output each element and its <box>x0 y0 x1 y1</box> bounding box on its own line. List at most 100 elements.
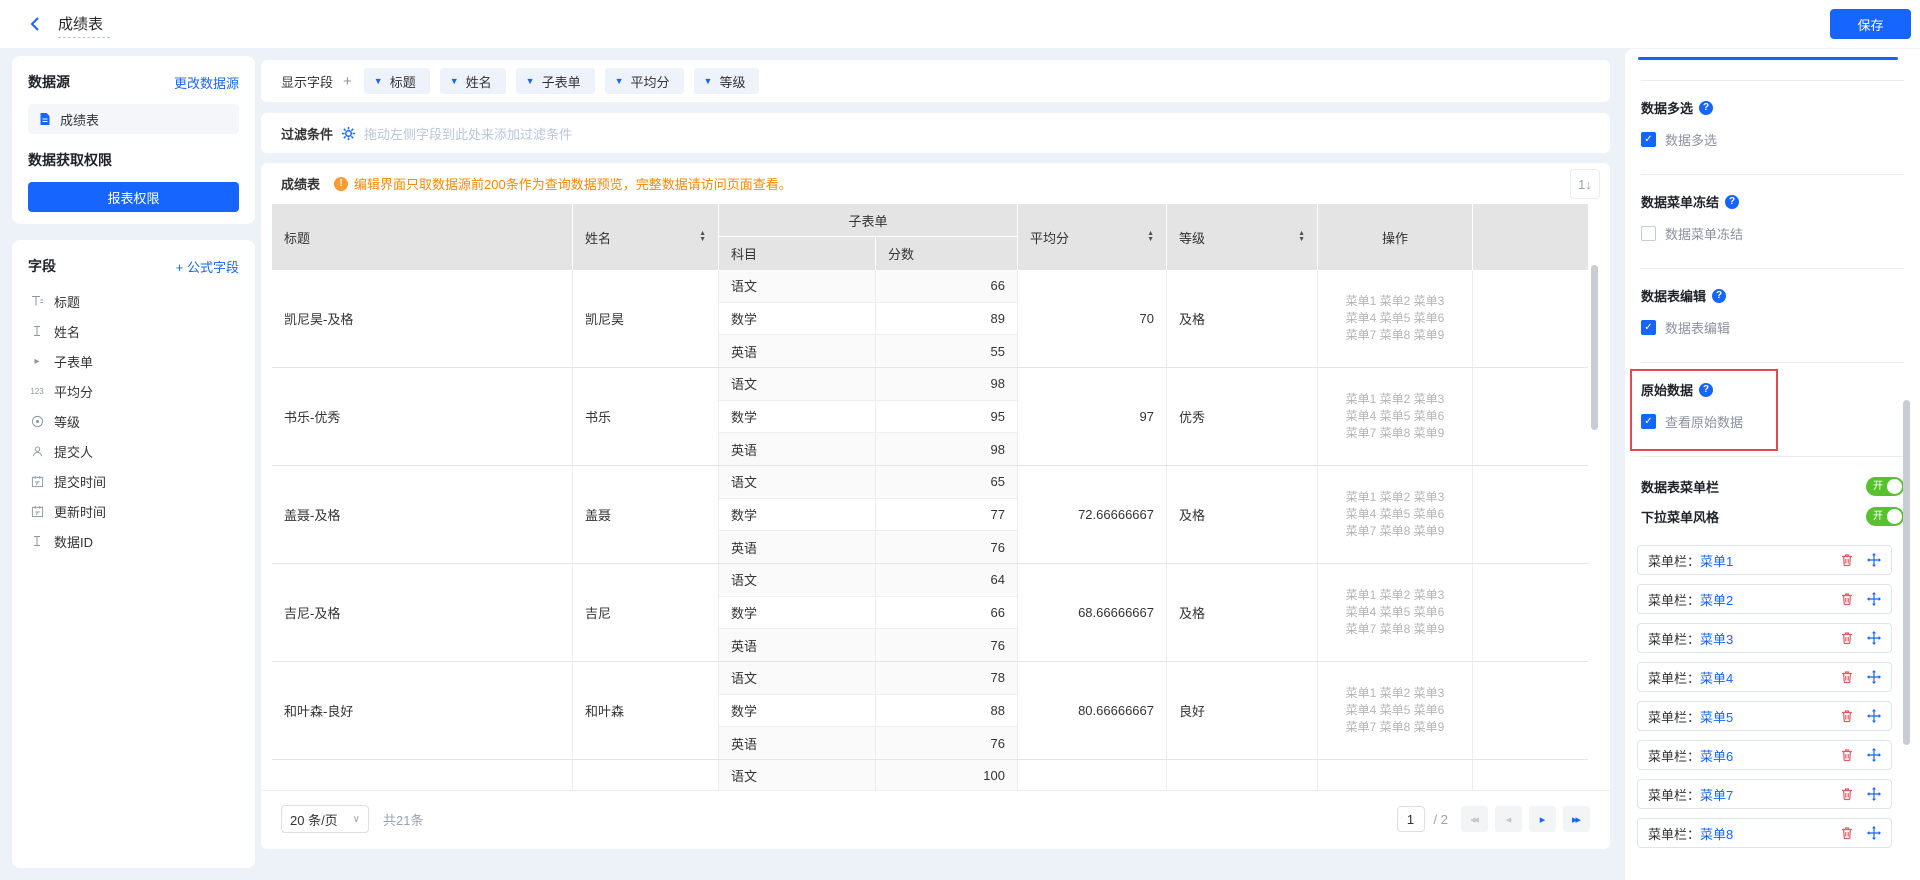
move-icon[interactable] <box>1866 787 1881 802</box>
cell-title: 书乐-优秀 <box>272 368 573 465</box>
row-menu-buttons[interactable]: 菜单1 菜单2 菜单3菜单4 菜单5 菜单6菜单7 菜单8 菜单9 <box>1330 391 1460 442</box>
row-menu-buttons[interactable]: 菜单1 菜单2 菜单3菜单4 菜单5 菜单6菜单7 菜单8 菜单9 <box>1330 489 1460 540</box>
report-permission-button[interactable]: 报表权限 <box>28 182 239 212</box>
delete-icon[interactable] <box>1839 787 1854 802</box>
cell-grade <box>1167 760 1318 790</box>
move-icon[interactable] <box>1866 709 1881 724</box>
datasource-item[interactable]: 成绩表 <box>28 104 239 134</box>
help-icon[interactable]: ? <box>1699 383 1713 397</box>
chip-name[interactable]: ▼姓名 <box>440 68 506 94</box>
menu-name-link[interactable]: 菜单7 <box>1700 785 1733 804</box>
field-item-data-id[interactable]: 数据ID <box>12 526 255 556</box>
field-item-submit-time[interactable]: 提交时间 <box>12 466 255 496</box>
field-item-submitter[interactable]: 提交人 <box>12 436 255 466</box>
menu-bar-toggle[interactable]: 开 <box>1866 477 1904 496</box>
active-tab-indicator <box>1638 57 1898 60</box>
page-number-input[interactable]: 1 <box>1397 806 1425 832</box>
help-icon[interactable]: ? <box>1712 289 1726 303</box>
field-item-name[interactable]: 姓名 <box>12 316 255 346</box>
delete-icon[interactable] <box>1839 709 1854 724</box>
back-button[interactable] <box>26 14 46 34</box>
col-header-score[interactable]: 分数 <box>876 237 1017 270</box>
chip-average[interactable]: ▼平均分 <box>605 68 684 94</box>
prev-page-button[interactable]: ◂ <box>1495 806 1522 832</box>
delete-icon[interactable] <box>1839 592 1854 607</box>
first-page-button[interactable]: ◂◂ <box>1461 806 1488 832</box>
col-header-subject[interactable]: 科目 <box>719 237 876 270</box>
warning-text: 编辑界面只取数据源前200条作为查询数据预览，完整数据请访问页面查看。 <box>354 174 792 193</box>
last-page-button[interactable]: ▸▸ <box>1563 806 1590 832</box>
chip-label: 等级 <box>719 72 745 91</box>
subform-cells: 语文98 数学95 英语98 <box>719 368 1018 465</box>
sort-arrows-icon[interactable]: ▲▼ <box>1147 231 1154 243</box>
dropdown-style-toggle[interactable]: 开 <box>1866 507 1904 526</box>
checkbox-menu-freeze[interactable] <box>1641 226 1656 241</box>
field-item-label: 平均分 <box>54 382 93 401</box>
check-icon: ✓ <box>1644 322 1652 333</box>
help-icon[interactable]: ? <box>1699 101 1713 115</box>
checkbox-multi-select[interactable]: ✓ <box>1641 132 1656 147</box>
cell-title: 和叶森-良好 <box>272 662 573 759</box>
col-header-grade[interactable]: 等级 ▲▼ <box>1167 204 1318 270</box>
move-icon[interactable] <box>1866 553 1881 568</box>
menu-prefix: 菜单栏： <box>1648 707 1700 726</box>
menu-name-link[interactable]: 菜单3 <box>1700 629 1733 648</box>
menu-name-link[interactable]: 菜单8 <box>1700 824 1733 843</box>
gear-icon[interactable] <box>341 126 356 141</box>
calendar-field-icon <box>29 505 45 518</box>
delete-icon[interactable] <box>1839 826 1854 841</box>
menu-prefix: 菜单栏： <box>1648 668 1700 687</box>
filter-bar[interactable]: 过滤条件 拖动左侧字段到此处来添加过滤条件 <box>261 113 1610 153</box>
display-fields-bar: 显示字段 + ▼标题 ▼姓名 ▼子表单 ▼平均分 ▼等级 <box>261 60 1610 102</box>
sort-arrows-icon[interactable]: ▲▼ <box>1298 231 1305 243</box>
change-datasource-link[interactable]: 更改数据源 <box>174 73 239 92</box>
delete-icon[interactable] <box>1839 553 1854 568</box>
add-field-icon[interactable]: + <box>343 73 352 90</box>
panel-scrollbar[interactable] <box>1903 400 1910 745</box>
formula-field-link[interactable]: + 公式字段 <box>176 257 239 276</box>
delete-icon[interactable] <box>1839 748 1854 763</box>
chip-grade[interactable]: ▼等级 <box>694 68 760 94</box>
row-menu-buttons[interactable]: 菜单1 菜单2 菜单3菜单4 菜单5 菜单6菜单7 菜单8 菜单9 <box>1330 293 1460 344</box>
table-scrollbar[interactable] <box>1591 265 1598 430</box>
move-icon[interactable] <box>1866 670 1881 685</box>
delete-icon[interactable] <box>1839 631 1854 646</box>
row-menu-buttons[interactable]: 菜单1 菜单2 菜单3菜单4 菜单5 菜单6菜单7 菜单8 菜单9 <box>1330 587 1460 638</box>
cell-actions <box>1318 760 1473 790</box>
move-icon[interactable] <box>1866 826 1881 841</box>
move-icon[interactable] <box>1866 631 1881 646</box>
move-icon[interactable] <box>1866 748 1881 763</box>
next-page-button[interactable]: ▸ <box>1529 806 1556 832</box>
menu-name-link[interactable]: 菜单2 <box>1700 590 1733 609</box>
checkbox-table-edit[interactable]: ✓ <box>1641 320 1656 335</box>
field-item-label: 标题 <box>54 292 80 311</box>
field-item-subform[interactable]: ▸ 子表单 <box>12 346 255 376</box>
col-header-title[interactable]: 标题 <box>272 204 573 270</box>
sort-arrows-icon[interactable]: ▲▼ <box>699 231 706 243</box>
save-button[interactable]: 保存 <box>1830 9 1911 39</box>
chip-title[interactable]: ▼标题 <box>364 68 430 94</box>
text-field-icon <box>29 324 45 338</box>
cell-average: 68.66666667 <box>1018 564 1167 661</box>
help-icon[interactable]: ? <box>1725 195 1739 209</box>
col-header-average[interactable]: 平均分 ▲▼ <box>1018 204 1167 270</box>
field-item-average[interactable]: 123 平均分 <box>12 376 255 406</box>
field-item-title[interactable]: 标题 <box>12 286 255 316</box>
row-menu-buttons[interactable]: 菜单1 菜单2 菜单3菜单4 菜单5 菜单6菜单7 菜单8 菜单9 <box>1330 685 1460 736</box>
checkbox-raw-data[interactable]: ✓ <box>1641 414 1656 429</box>
delete-icon[interactable] <box>1839 670 1854 685</box>
menu-name-link[interactable]: 菜单1 <box>1700 551 1733 570</box>
field-item-update-time[interactable]: 更新时间 <box>12 496 255 526</box>
toggle-label: 数据表菜单栏 <box>1641 477 1719 496</box>
sort-order-button[interactable]: 1↓ <box>1570 169 1600 199</box>
chip-subform[interactable]: ▼子表单 <box>516 68 595 94</box>
subform-header-label: 子表单 <box>719 204 1017 237</box>
move-icon[interactable] <box>1866 592 1881 607</box>
menu-name-link[interactable]: 菜单5 <box>1700 707 1733 726</box>
menu-name-link[interactable]: 菜单6 <box>1700 746 1733 765</box>
col-header-name[interactable]: 姓名 ▲▼ <box>573 204 719 270</box>
page-size-select[interactable]: 20 条/页 ∨ <box>281 805 369 833</box>
field-item-grade[interactable]: 等级 <box>12 406 255 436</box>
field-item-label: 等级 <box>54 412 80 431</box>
menu-name-link[interactable]: 菜单4 <box>1700 668 1733 687</box>
